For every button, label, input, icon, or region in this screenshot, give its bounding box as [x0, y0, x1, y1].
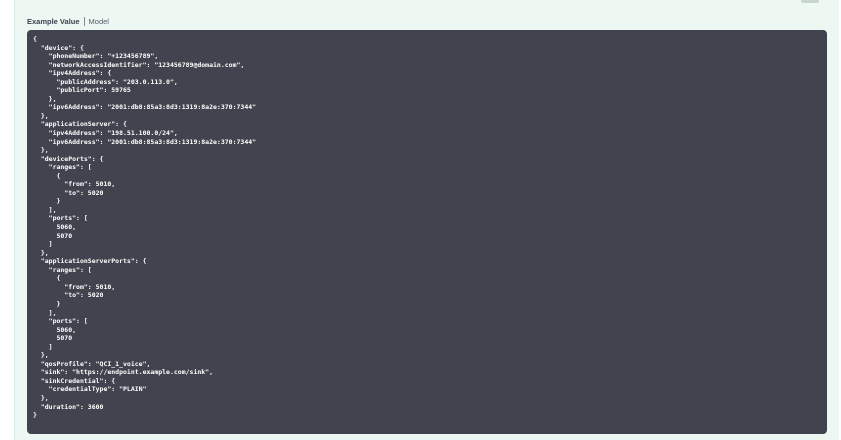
- code-line: 5070: [33, 231, 73, 240]
- code-line: ]: [33, 342, 53, 351]
- code-line: "ipv4Address": {: [33, 69, 112, 78]
- code-line: "ipv6Address": "2001:db8:85a3:8d3:1319:8…: [33, 103, 257, 112]
- code-line: 5070: [33, 334, 73, 343]
- code-line: "ranges": [: [33, 265, 92, 274]
- code-line: },: [33, 351, 49, 360]
- code-line: {: [33, 274, 61, 283]
- code-line: "to": 5020: [33, 188, 104, 197]
- code-line: "publicAddress": "203.0.113.0",: [33, 77, 178, 86]
- code-line: "ranges": [: [33, 163, 92, 172]
- code-line: },: [33, 146, 49, 155]
- code-line: ],: [33, 205, 57, 214]
- code-line: 5060,: [33, 325, 77, 334]
- code-line: "sinkCredential": {: [33, 376, 116, 385]
- code-line: "applicationServerPorts": {: [33, 257, 147, 266]
- code-line: },: [33, 111, 49, 120]
- code-line: }: [33, 197, 61, 206]
- panel-handle: [801, 0, 819, 3]
- example-panel: Example Value Model { "device": { "phone…: [14, 0, 839, 440]
- code-line: "from": 5010,: [33, 282, 116, 291]
- code-line: "duration": 3600: [33, 402, 104, 411]
- code-line: "ipv4Address": "198.51.100.0/24",: [33, 129, 178, 138]
- code-line: 5060,: [33, 223, 77, 232]
- code-line: "ipv6Address": "2001:db8:85a3:8d3:1319:8…: [33, 137, 257, 146]
- example-json-code-block[interactable]: { "device": { "phoneNumber": "+123456789…: [27, 30, 827, 434]
- code-line: "networkAccessIdentifier": "123456789@do…: [33, 60, 245, 69]
- code-line: ]: [33, 240, 53, 249]
- code-line: },: [33, 393, 49, 402]
- code-line: "devicePorts": {: [33, 154, 104, 163]
- code-line: "credentialType": "PLAIN": [33, 385, 147, 394]
- code-line: "publicPort": 59765: [33, 86, 131, 95]
- tab-example-value[interactable]: Example Value: [27, 17, 84, 26]
- tab-model[interactable]: Model: [85, 17, 113, 26]
- code-line: "device": {: [33, 43, 84, 52]
- code-line: },: [33, 94, 57, 103]
- code-line: }: [33, 299, 61, 308]
- code-line: "qosProfile": "QCI_1_voice",: [33, 359, 151, 368]
- code-line: "from": 5010,: [33, 180, 116, 189]
- code-line: },: [33, 248, 49, 257]
- code-line: "ports": [: [33, 214, 88, 223]
- code-line: "phoneNumber": "+123456789",: [33, 52, 159, 61]
- code-line: }: [33, 411, 37, 420]
- code-line: ],: [33, 308, 57, 317]
- code-line: "sink": "https://endpoint.example.com/si…: [33, 368, 214, 377]
- code-line: "ports": [: [33, 317, 88, 326]
- code-line: {: [33, 35, 37, 43]
- code-line: "applicationServer": {: [33, 120, 127, 129]
- code-line: "to": 5020: [33, 291, 104, 300]
- example-tabs: Example Value Model: [27, 14, 113, 28]
- code-line: {: [33, 171, 61, 180]
